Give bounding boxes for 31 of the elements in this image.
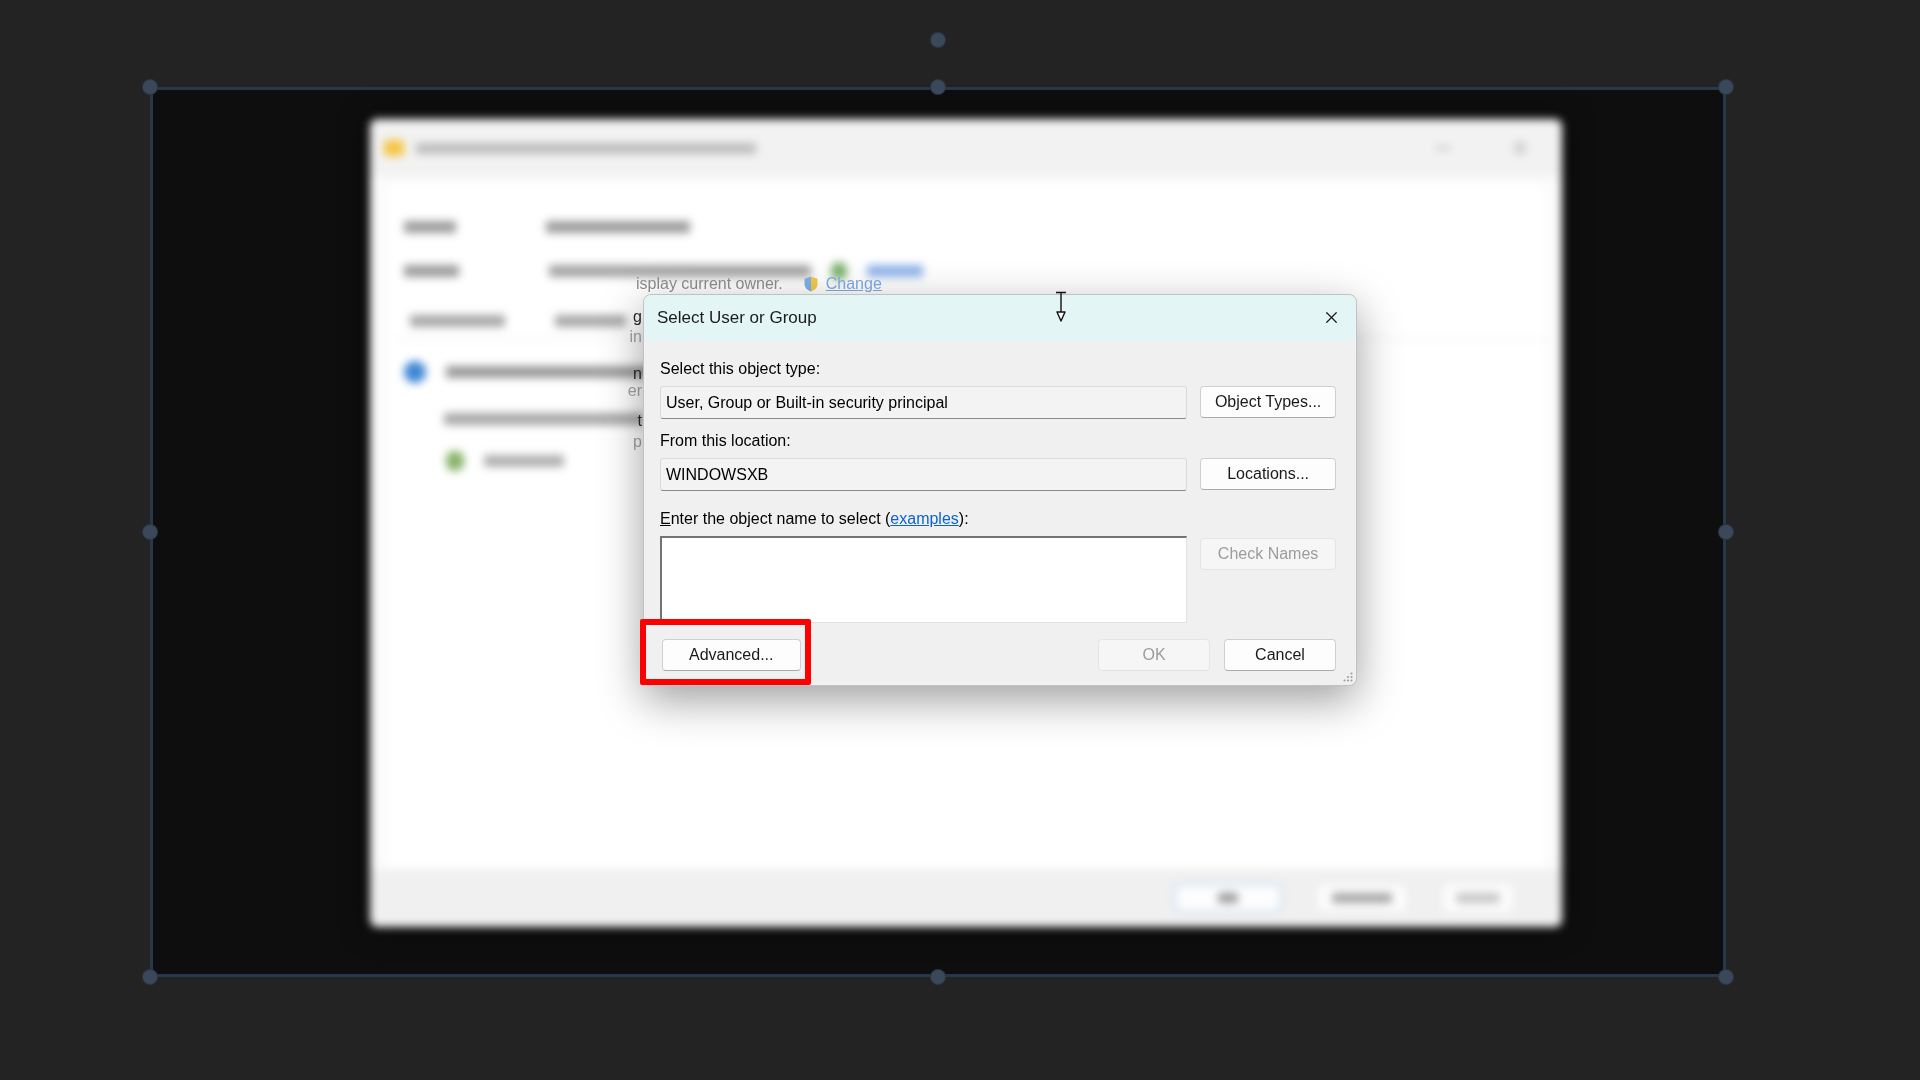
dialog-button[interactable]: Advanced... (662, 639, 801, 671)
partial-text: n (633, 365, 642, 383)
partial-text: p (633, 433, 642, 451)
dialog-button[interactable]: Locations... (1200, 458, 1336, 490)
resize-handle-icon[interactable] (931, 970, 945, 984)
object-name-field[interactable] (660, 536, 1188, 623)
resize-handle-icon[interactable] (143, 525, 157, 539)
partial-text: in (629, 328, 642, 346)
dialog-button[interactable]: Object Types... (1200, 386, 1336, 418)
owner-note-text: isplay current owner. (636, 275, 783, 293)
text-cursor-icon (1053, 291, 1069, 323)
partial-text: g (633, 308, 642, 326)
resize-handle-icon[interactable] (1719, 970, 1733, 984)
resize-handle-icon[interactable] (1719, 80, 1733, 94)
field-label: From this location: (660, 432, 792, 450)
shield-icon (803, 276, 818, 292)
rotate-handle-icon[interactable] (931, 33, 945, 47)
dialog-title: Select User or Group (657, 307, 817, 328)
partial-text: er (627, 382, 642, 400)
read-only-field: User, Group or Built-in security principal (660, 386, 1188, 419)
field-label: Select this object type: (660, 360, 822, 378)
resize-handle-icon[interactable] (931, 80, 945, 94)
field-label: Enter the object name to select (examples): (660, 510, 970, 528)
resize-handle-icon[interactable] (143, 970, 157, 984)
examples-link[interactable]: examples (890, 510, 959, 527)
resize-grip-icon[interactable] (1343, 672, 1353, 682)
read-only-field: WINDOWSXB (660, 458, 1188, 491)
partial-text: t (637, 412, 642, 430)
resize-handle-icon[interactable] (143, 80, 157, 94)
dialog-button[interactable]: Cancel (1224, 639, 1336, 671)
resize-handle-icon[interactable] (1719, 525, 1733, 539)
